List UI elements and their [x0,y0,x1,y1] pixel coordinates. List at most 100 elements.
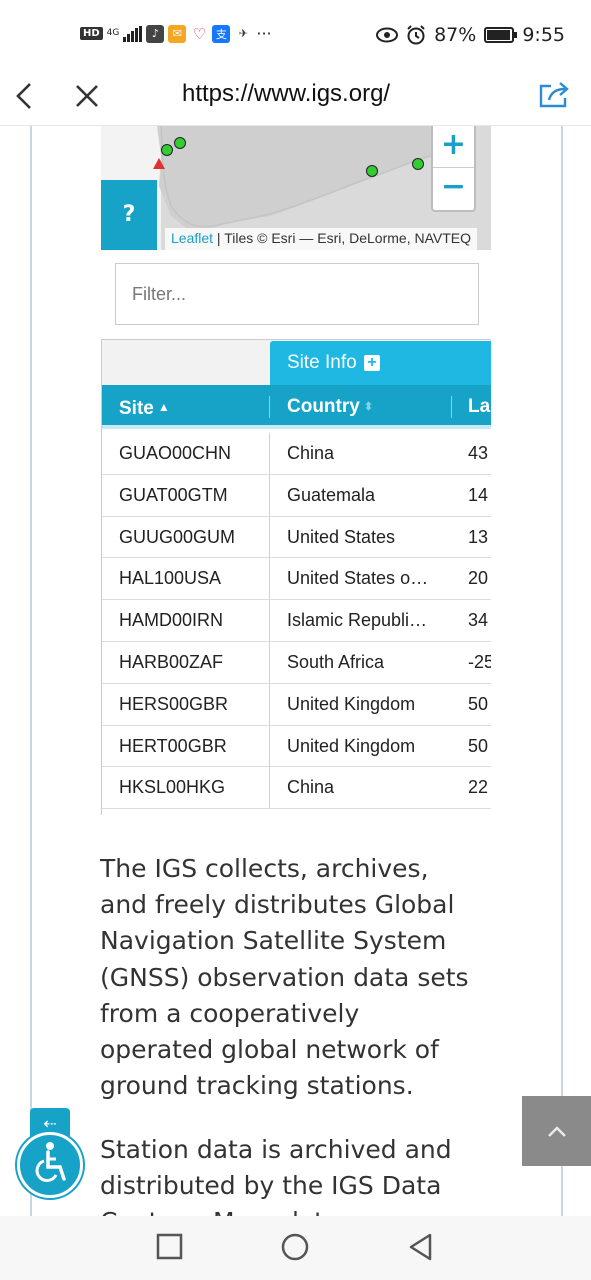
cell-site: HAL100USA [119,568,222,589]
signal-icon [123,25,143,42]
cell-country: United States [287,526,396,547]
station-marker[interactable] [174,137,186,149]
app-icon: ♪ [146,24,165,43]
accessibility-button[interactable] [17,1132,83,1198]
sort-icon: ⬍ [363,401,374,413]
back-to-top-button[interactable] [522,1096,591,1166]
health-icon: ♡ [190,24,209,43]
zoom-in-button[interactable]: + [433,126,474,168]
plus-icon: + [364,355,380,371]
cell-site: GUUG00GUM [119,526,236,547]
station-marker[interactable] [366,165,378,177]
column-header-site[interactable]: Site ▲ [119,385,170,427]
column-divider[interactable] [451,396,452,418]
cell-latitude: 50 [468,693,489,714]
station-marker[interactable] [161,144,173,156]
chevron-up-icon [548,1126,566,1137]
content-border-right [561,126,563,1216]
mail-icon: ✉ [168,24,187,43]
alarm-icon [407,25,425,45]
cell-latitude: 20 [468,568,489,589]
url-text[interactable]: https://www.igs.org/ [182,80,390,108]
hd-icon: HD [80,27,103,40]
status-icons-right: 87% 9:55 [376,24,565,46]
cell-country: South Africa [287,651,385,672]
recents-icon[interactable] [155,1232,185,1262]
home-icon[interactable] [280,1232,310,1262]
zoom-out-button[interactable]: − [433,168,474,210]
cell-country: United Kingdom [287,693,416,714]
back-icon[interactable] [14,78,44,114]
column-divider [269,725,270,767]
status-bar: HD 4G ♪ ✉ ♡ 支 ✈ ··· 87% 9:55 [0,0,591,72]
table-row[interactable]: HAMD00IRN Islamic Republi… 34 [102,600,491,642]
station-alert-marker[interactable] [153,158,165,169]
map-attribution: Leaflet | Tiles © Esri — Esri, DeLorme, … [165,228,478,250]
cell-latitude: -25 [468,651,491,672]
wheelchair-icon [35,1142,66,1183]
cell-country: China [287,443,335,463]
site-info-label: Site Info [287,352,357,373]
table-body: GUAO00CHN China 43 GUAT00GTM Guatemala 14 GUUG… [102,433,491,810]
browser-url-bar: https://www.igs.org/ [0,72,591,126]
leaflet-link[interactable]: Leaflet [171,230,213,246]
column-header-latitude[interactable]: La [468,385,490,427]
content-border-left [30,126,32,1216]
sort-ascending-icon: ▲ [157,400,170,414]
cell-latitude: 34 [468,610,489,631]
cell-country: Islamic Republi… [287,610,428,631]
site-table: Site Info + Site ▲ Country ⬍ La GUAO00CHN C… [101,339,491,815]
status-icons-left: HD 4G ♪ ✉ ♡ 支 ✈ ··· [80,24,272,43]
cell-latitude: 13 [468,526,489,547]
network-type-label: 4G [106,28,120,38]
column-divider [269,683,270,725]
cell-site: HARB00ZAF [119,651,224,672]
cell-latitude: 14 [468,484,489,505]
cell-site: GUAT00GTM [119,484,228,505]
cell-site: HAMD00IRN [119,610,224,631]
more-icon: ··· [256,24,272,43]
cell-latitude: 22 [468,777,489,798]
column-header-label: La [468,396,491,417]
cell-country: United Kingdom [287,735,416,756]
column-divider[interactable] [269,396,270,418]
map-help-button[interactable]: ? [101,180,157,250]
attribution-text: | Tiles © Esri — Esri, DeLorme, NAVTEQ [213,230,472,246]
table-row[interactable]: GUAO00CHN China 43 [102,433,491,475]
table-row[interactable]: HAL100USA United States o… 20 [102,558,491,601]
cell-latitude: 50 [468,735,489,756]
station-marker[interactable] [412,158,424,170]
column-header-label: Country [287,396,360,417]
table-row[interactable]: HKSL00HKG China 22 [102,767,491,810]
eye-icon [376,27,399,43]
close-icon[interactable] [72,78,106,114]
battery-icon [484,27,518,43]
table-group-header: Site Info + [102,339,491,386]
alipay-icon: 支 [212,24,231,43]
column-divider [269,600,270,642]
column-header-label: Site [119,398,154,419]
table-row[interactable]: HERS00GBR United Kingdom 50 [102,683,491,726]
table-row[interactable]: GUUG00GUM United States 13 [102,516,491,559]
table-row[interactable]: HARB00ZAF South Africa -25 [102,641,491,684]
data-centers-paragraph: Station data is archived and distributed… [100,1135,452,1216]
table-row[interactable]: HERT00GBR United Kingdom 50 [102,725,491,768]
zoom-control: + − [431,126,476,212]
app2-icon: ✈ [234,24,253,43]
share-icon[interactable] [537,78,571,112]
intro-paragraph: The IGS collects, archives, and freely d… [100,854,469,1101]
station-map[interactable]: + − ? Leaflet | Tiles © Esri — Esri, DeL… [101,126,491,250]
nav-back-icon[interactable] [406,1232,436,1262]
battery-level [487,30,510,40]
site-info-group-toggle[interactable]: Site Info + [270,341,491,386]
column-divider [269,767,270,809]
column-divider [269,433,270,474]
cell-country: China [287,777,335,798]
column-header-country[interactable]: Country ⬍ [287,385,373,427]
column-divider [269,516,270,558]
cell-country: Guatemala [287,484,376,505]
table-row[interactable]: GUAT00GTM Guatemala 14 [102,474,491,517]
column-divider [269,558,270,600]
filter-input[interactable] [115,263,479,325]
battery-percent: 87% [434,24,477,46]
